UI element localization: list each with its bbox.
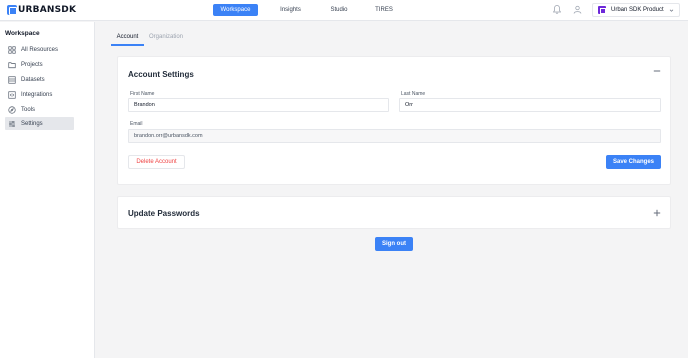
sidebar-item-label: Tools [21, 106, 36, 113]
account-settings-title: Account Settings [128, 70, 194, 79]
last-name-field[interactable]: Orr [399, 98, 661, 112]
sidebar-title: Workspace [5, 30, 40, 37]
sidebar-item-tools[interactable]: Tools [5, 103, 74, 116]
product-logo-icon [598, 6, 606, 14]
product-selector-label: Urban SDK Product [611, 7, 664, 13]
sidebar-item-all-resources[interactable]: All Resources [5, 43, 74, 56]
account-settings-card: Account Settings First Name Brandon Last… [117, 56, 671, 185]
sidebar-item-projects[interactable]: Projects [5, 58, 74, 71]
sidebar-item-label: Projects [21, 61, 43, 68]
nav-tab-workspace[interactable]: Workspace [213, 4, 258, 16]
table-icon [8, 75, 16, 84]
sidebar-item-settings[interactable]: Settings [5, 117, 74, 130]
email-field[interactable]: brandon.orr@urbansdk.com [128, 129, 661, 143]
sidebar-item-label: Settings [21, 120, 43, 127]
minus-icon[interactable] [653, 67, 661, 75]
bell-icon[interactable] [553, 5, 561, 14]
compass-icon [8, 105, 16, 114]
plus-icon[interactable] [653, 209, 661, 217]
logo-text: URBANSDK [18, 5, 77, 15]
delete-account-button[interactable]: Delete Account [128, 155, 185, 169]
save-changes-button[interactable]: Save Changes [606, 155, 661, 169]
folder-icon [8, 61, 16, 68]
grid-icon [8, 45, 16, 54]
sign-out-button[interactable]: Sign out [375, 237, 413, 251]
first-name-field[interactable]: Brandon [128, 98, 389, 112]
email-label: Email [130, 121, 143, 127]
sidebar-item-datasets[interactable]: Datasets [5, 73, 74, 86]
nav-tab-insights[interactable]: Insights [272, 4, 309, 16]
user-icon[interactable] [573, 5, 582, 14]
sidebar-item-label: All Resources [21, 46, 59, 53]
top-bar: URBANSDK Workspace Insights Studio TIRES… [0, 0, 688, 21]
sliders-icon [9, 120, 15, 127]
sidebar: Workspace All Resources Projects Dataset… [0, 22, 95, 358]
product-selector[interactable]: Urban SDK Product [592, 3, 680, 17]
nav-tab-tires[interactable]: TIRES [369, 4, 399, 16]
active-tab-indicator [111, 44, 144, 46]
tab-organization[interactable]: Organization [146, 34, 186, 45]
app-logo[interactable]: URBANSDK [7, 4, 76, 16]
sidebar-item-label: Datasets [21, 76, 45, 83]
first-name-label: First Name [130, 91, 155, 97]
update-passwords-title: Update Passwords [128, 209, 200, 218]
logo-mark-icon [7, 5, 17, 15]
last-name-label: Last Name [401, 91, 426, 97]
nav-tab-studio[interactable]: Studio [323, 4, 355, 16]
sidebar-item-label: Integrations [21, 91, 53, 98]
integrations-icon [8, 90, 16, 99]
update-passwords-card[interactable]: Update Passwords [117, 196, 671, 229]
sidebar-item-integrations[interactable]: Integrations [5, 88, 74, 101]
chevron-down-icon [669, 9, 674, 12]
